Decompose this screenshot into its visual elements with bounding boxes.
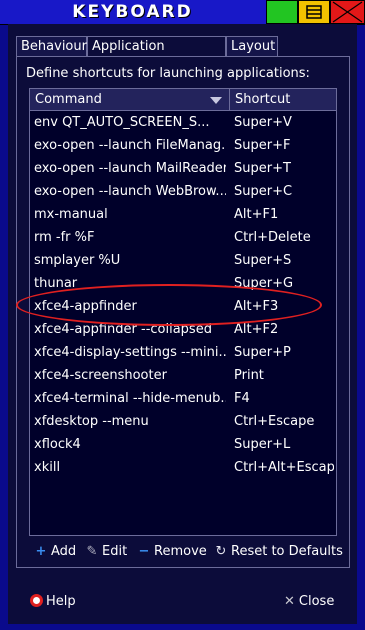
shortcut-cell: Alt+F1 <box>234 207 279 222</box>
shortcut-cell: Super+L <box>234 437 291 452</box>
edit-button[interactable]: ✎ Edit <box>85 542 128 562</box>
command-cell: xfce4-display-settings --mini... <box>34 345 226 360</box>
shortcut-cell: Super+V <box>234 115 292 130</box>
shortcut-cell: Super+F <box>234 138 291 153</box>
shortcuts-table[interactable]: Command Shortcut env QT_AUTO_SCREEN_S...… <box>29 88 337 536</box>
command-cell: smplayer %U <box>34 253 121 268</box>
dialog-body: Behaviour Application Shortcuts Layout D… <box>8 24 357 624</box>
description-label: Define shortcuts for launching applicati… <box>26 66 310 81</box>
column-header-command[interactable]: Command <box>30 89 230 110</box>
table-row[interactable]: xfce4-screenshooter Print <box>30 364 336 387</box>
table-row[interactable]: xfdesktop --menu Ctrl+Escape <box>30 410 336 433</box>
maximize-icon <box>306 5 322 19</box>
shortcut-cell: Super+S <box>234 253 292 268</box>
shortcut-cell: Alt+F3 <box>234 299 279 314</box>
table-row[interactable]: xfce4-display-settings --mini... Super+P <box>30 341 336 364</box>
shortcut-cell: Alt+F2 <box>234 322 279 337</box>
command-cell: exo-open --launch WebBrow... <box>34 184 226 199</box>
window-title: KEYBOARD <box>72 2 193 22</box>
reset-to-defaults-button[interactable]: ↻ Reset to Defaults <box>214 542 343 562</box>
sort-descending-icon <box>210 97 222 104</box>
table-row[interactable]: xfce4-terminal --hide-menub... F4 <box>30 387 336 410</box>
command-cell: rm -fr %F <box>34 230 95 245</box>
remove-button[interactable]: − Remove <box>137 542 207 562</box>
shortcut-cell: Ctrl+Escape <box>234 414 315 429</box>
title-bar[interactable]: KEYBOARD <box>0 0 365 25</box>
command-cell: mx-manual <box>34 207 108 222</box>
table-row[interactable]: exo-open --launch FileManag... Super+F <box>30 134 336 157</box>
command-cell: xfce4-screenshooter <box>34 368 167 383</box>
edit-label: Edit <box>102 544 128 559</box>
shortcut-cell: Super+P <box>234 345 291 360</box>
tab-application-shortcuts[interactable]: Application Shortcuts <box>87 36 226 74</box>
command-cell: thunar <box>34 276 78 291</box>
maximize-button[interactable] <box>298 0 330 24</box>
command-cell: xfce4-terminal --hide-menub... <box>34 391 226 406</box>
table-header: Command Shortcut <box>30 89 336 111</box>
help-button[interactable]: Help <box>30 589 76 615</box>
table-row[interactable]: xflock4 Super+L <box>30 433 336 456</box>
command-cell: xfce4-appfinder --collapsed <box>34 322 212 337</box>
reset-icon: ↻ <box>215 544 227 559</box>
table-row[interactable]: mx-manual Alt+F1 <box>30 203 336 226</box>
command-cell: exo-open --launch MailReader <box>34 161 226 176</box>
table-row[interactable]: thunar Super+G <box>30 272 336 295</box>
command-cell: xfce4-appfinder <box>34 299 137 314</box>
table-row[interactable]: smplayer %U Super+S <box>30 249 336 272</box>
command-cell: xkill <box>34 460 61 475</box>
add-button[interactable]: + Add <box>34 542 77 562</box>
tab-behaviour[interactable]: Behaviour <box>16 36 87 56</box>
close-window-button[interactable] <box>330 0 365 24</box>
remove-label: Remove <box>154 544 207 559</box>
command-cell: xflock4 <box>34 437 81 452</box>
plus-icon: + <box>35 544 47 559</box>
minimize-button[interactable] <box>266 0 298 24</box>
shortcut-cell: Super+T <box>234 161 291 176</box>
close-label: Close <box>298 594 335 609</box>
command-cell: exo-open --launch FileManag... <box>34 138 226 153</box>
help-label: Help <box>46 594 76 609</box>
shortcut-cell: Print <box>234 368 264 383</box>
close-button[interactable]: ✕ Close <box>284 589 334 615</box>
close-x-icon: ✕ <box>284 594 295 609</box>
column-header-shortcut[interactable]: Shortcut <box>230 89 336 110</box>
dialog-footer: Help ✕ Close <box>8 589 357 615</box>
minus-icon: − <box>138 544 150 559</box>
pencil-icon: ✎ <box>86 544 98 559</box>
table-row[interactable]: env QT_AUTO_SCREEN_S... Super+V <box>30 111 336 134</box>
table-row[interactable]: xkill Ctrl+Alt+Escape <box>30 456 336 479</box>
table-rows: env QT_AUTO_SCREEN_S... Super+V exo-open … <box>30 111 336 479</box>
table-row[interactable]: rm -fr %F Ctrl+Delete <box>30 226 336 249</box>
table-row[interactable]: xfce4-appfinder Alt+F3 <box>30 295 336 318</box>
add-label: Add <box>51 544 77 559</box>
column-header-command-label: Command <box>35 92 102 107</box>
close-icon <box>332 1 363 23</box>
tab-layout[interactable]: Layout <box>226 36 278 56</box>
command-cell: env QT_AUTO_SCREEN_S... <box>34 115 210 130</box>
lifebuoy-icon <box>30 594 43 607</box>
table-row[interactable]: xfce4-appfinder --collapsed Alt+F2 <box>30 318 336 341</box>
shortcut-cell: Super+G <box>234 276 294 291</box>
table-row[interactable]: exo-open --launch MailReader Super+T <box>30 157 336 180</box>
command-cell: xfdesktop --menu <box>34 414 149 429</box>
shortcut-cell: Ctrl+Alt+Escape <box>234 460 334 475</box>
shortcut-cell: Super+C <box>234 184 293 199</box>
reset-label: Reset to Defaults <box>231 544 343 559</box>
shortcut-cell: Ctrl+Delete <box>234 230 311 245</box>
table-row[interactable]: exo-open --launch WebBrow... Super+C <box>30 180 336 203</box>
shortcut-cell: F4 <box>234 391 250 406</box>
